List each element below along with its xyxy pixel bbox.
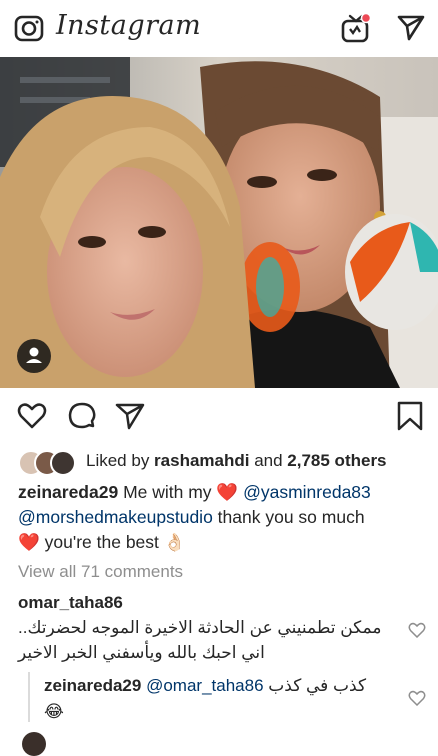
post-photo[interactable] (0, 57, 438, 388)
likes-row: Liked by rashamahdi and 2,785 others (18, 450, 428, 476)
caption-username[interactable]: zeinareda29 (18, 482, 118, 502)
instagram-logo: Instagram (56, 10, 202, 41)
post-actions (0, 396, 438, 436)
top-bar: Instagram (0, 0, 438, 56)
comment-like-heart-icon[interactable] (408, 622, 426, 638)
likes-text[interactable]: Liked by rashamahdi and 2,785 others (86, 451, 387, 471)
comment-username[interactable]: omar_taha86 (18, 593, 123, 612)
reply-like-heart-icon[interactable] (408, 690, 426, 706)
reply-mention[interactable]: @omar_taha86 (146, 676, 263, 695)
user-tag-icon[interactable] (17, 339, 51, 373)
likes-count[interactable]: 2,785 others (287, 451, 386, 470)
caption-text: thank you so much (212, 507, 365, 527)
heart-icon[interactable] (16, 400, 48, 432)
likes-prefix: Liked by (86, 451, 155, 470)
comment-icon[interactable] (66, 400, 98, 432)
caption-mention[interactable]: @morshedmakeupstudio (18, 507, 213, 527)
caption-text: you're the best (39, 532, 164, 552)
reply-thread-line (28, 672, 30, 722)
next-post-avatar[interactable] (22, 732, 46, 756)
paper-plane-icon[interactable] (396, 14, 426, 42)
heart-emoji: ❤️ (18, 532, 40, 552)
liker-avatar (50, 450, 76, 476)
likes-middle: and (249, 451, 288, 470)
reply-text: كذب في كذب (268, 676, 367, 695)
igtv-icon[interactable] (340, 12, 372, 44)
likes-user[interactable]: rashamahdi (154, 451, 249, 470)
reply-username[interactable]: zeinareda29 (44, 676, 141, 695)
laughing-emoji: 😂 (44, 702, 64, 721)
comment-text: ممكن تطمنيني عن الحادثة الاخيرة الموجه ل… (18, 618, 382, 662)
comment: omar_taha86 ممكن تطمنيني عن الحادثة الاخ… (18, 590, 390, 665)
notification-dot (360, 12, 372, 24)
view-all-comments-link[interactable]: View all 71 comments (18, 562, 183, 582)
caption-text: Me with my (118, 482, 217, 502)
bookmark-icon[interactable] (394, 400, 426, 432)
post-caption: zeinareda29 Me with my ❤️ @yasminreda83 … (18, 480, 428, 555)
share-icon[interactable] (114, 400, 146, 432)
selfie-image (0, 57, 438, 388)
reply-comment: zeinareda29 @omar_taha86 كذب في كذب 😂 (44, 673, 394, 725)
camera-icon[interactable] (14, 14, 44, 42)
ok-hand-emoji: 👌🏻 (163, 532, 186, 552)
caption-mention[interactable]: @yasminreda83 (238, 482, 371, 502)
heart-emoji: ❤️ (216, 482, 239, 502)
